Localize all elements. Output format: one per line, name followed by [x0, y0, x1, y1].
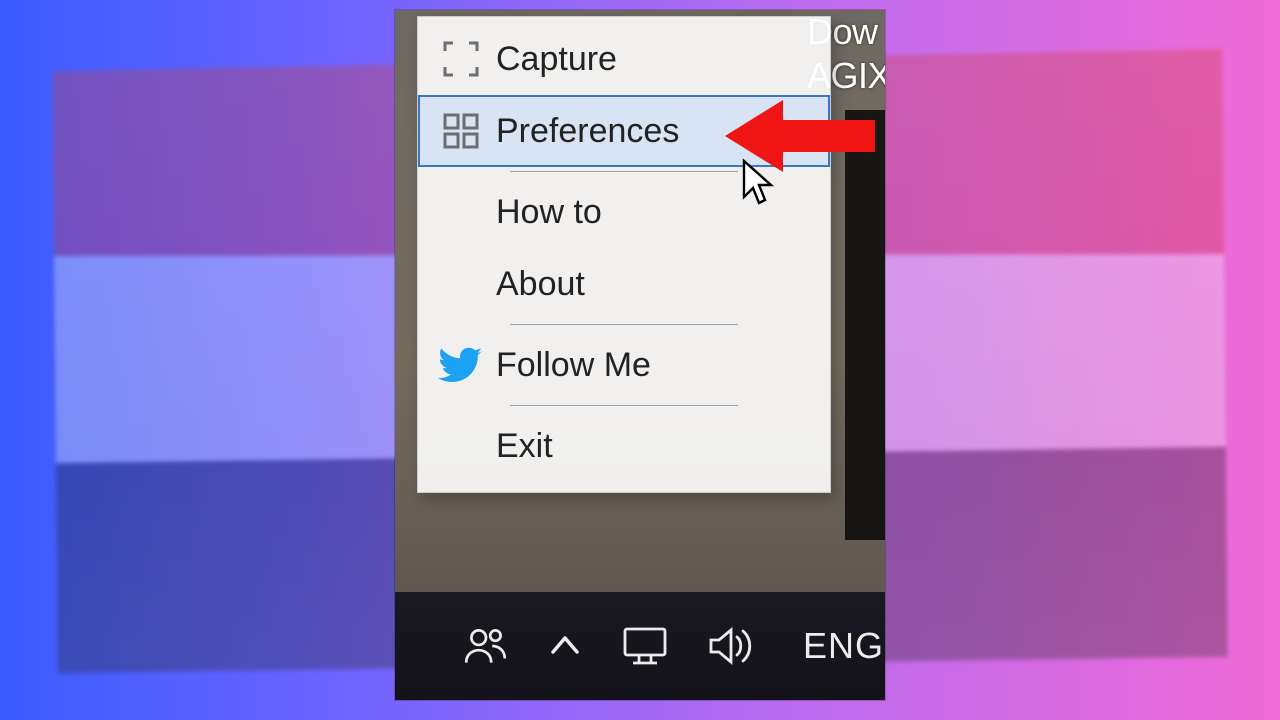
menu-item-about[interactable]: About — [418, 248, 830, 320]
twitter-icon — [426, 342, 496, 388]
menu-item-howto[interactable]: How to — [418, 176, 830, 248]
menu-item-exit[interactable]: Exit — [418, 410, 830, 482]
menu-item-label: Follow Me — [496, 346, 651, 385]
action-center-icon[interactable] — [619, 623, 671, 669]
menu-item-label: Capture — [496, 40, 617, 79]
screenshot-frame: sigma4pc اكاديمية سيجما لعلوم الكمبيوتر … — [395, 10, 885, 700]
chevron-up-icon[interactable] — [545, 626, 585, 666]
menu-item-label: Preferences — [496, 112, 679, 151]
capture-icon — [426, 37, 496, 81]
menu-item-label: Exit — [496, 427, 553, 466]
menu-item-preferences[interactable]: Preferences — [418, 95, 830, 167]
menu-item-capture[interactable]: Capture — [418, 23, 830, 95]
people-icon[interactable] — [461, 621, 511, 671]
language-indicator[interactable]: ENG — [803, 625, 884, 667]
menu-separator — [510, 324, 738, 325]
menu-separator — [510, 171, 738, 172]
menu-separator — [510, 405, 738, 406]
speaker-icon[interactable] — [705, 623, 757, 669]
desktop-dark-strip — [845, 110, 885, 540]
menu-item-follow[interactable]: Follow Me — [418, 329, 830, 401]
menu-item-label: About — [496, 265, 585, 304]
menu-item-label: How to — [496, 193, 602, 232]
windows-taskbar: ENG — [395, 592, 885, 700]
grid-icon — [426, 109, 496, 153]
tray-context-menu: Capture Preferences How to About Follow … — [417, 16, 831, 493]
